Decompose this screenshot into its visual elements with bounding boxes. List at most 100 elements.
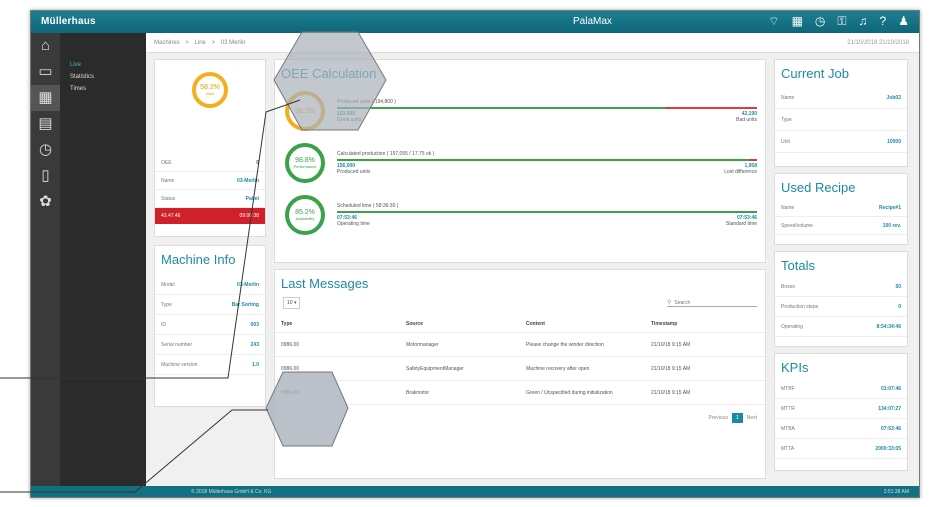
col-timestamp[interactable]: Timestamp [645, 321, 755, 327]
history-icon[interactable]: ◷ [31, 137, 60, 163]
row-label: Serial number [161, 341, 193, 348]
page-size-value: 10 [287, 300, 293, 306]
ring-label: Availability [295, 216, 315, 221]
calendar-icon[interactable]: ▤ [31, 111, 60, 137]
wifi-icon[interactable]: ⌔ [768, 14, 779, 29]
totals-row: Boxes 50 [775, 277, 907, 297]
table-row[interactable]: 0986.00 Motormanager Please change the win… [275, 333, 765, 357]
search-box[interactable]: ⚲ [667, 299, 757, 307]
copyright: © 2018 Müllerhaus GmbH & Co. KG [191, 489, 272, 495]
pager-previous[interactable]: Previous [708, 415, 727, 421]
grid-icon[interactable]: ▦ [792, 14, 803, 29]
oee-item: 98.8% Performance Calculated production ( … [285, 137, 757, 189]
kpis-row: MTTA 2000:33:05 [775, 439, 907, 459]
kpis-row: MTBF 01:07:46 [775, 379, 907, 399]
footer-time: 3:51:38 AM [883, 489, 909, 495]
row-label: Speed/volume [781, 222, 813, 229]
breadcrumb: Machines > Line > 03 Merlin [154, 40, 249, 46]
row-label: Status [161, 195, 176, 202]
machine-row: ID 003 [155, 315, 265, 335]
breadcrumb-bar: Machines > Line > 03 Merlin 21/10/2018 2… [146, 33, 919, 53]
table-row[interactable]: 0986.00 SafetyEquipmentManager Machine rec… [275, 357, 765, 381]
help-icon[interactable]: ? [880, 14, 887, 29]
current-job-card: Current Job Name Job02 Type Unit 10000 [774, 59, 908, 167]
col-source[interactable]: Source [400, 321, 520, 327]
oee-left-label: Operating time [337, 221, 370, 227]
pagination: Previous 1 Next [275, 405, 765, 431]
oee-left-label: Good units [337, 117, 362, 123]
oee-left-label: Produced units [337, 169, 371, 175]
row-value: 01:07:46 [880, 385, 901, 392]
oee-card: OEE Calculation 58.2% Produced units ( 19… [274, 59, 766, 263]
job-row: Name Job02 [775, 87, 907, 109]
bell-icon[interactable]: ♫ [859, 14, 868, 29]
ring-value: 58.2% [200, 84, 220, 91]
overview-row: OEE 0 [155, 154, 265, 172]
page-size-select[interactable]: 10 ▾ [283, 297, 301, 309]
machine-row: Machine version 1.0 [155, 355, 265, 375]
footer: © 2018 Müllerhaus GmbH & Co. KG 3:51:38 … [31, 486, 919, 497]
overview-row: Status Pallet [155, 190, 265, 208]
overview-row: Name 03-Merlin [155, 172, 265, 190]
recipe-row: Name Recipe#1 [775, 199, 907, 217]
job-row: Unit 10000 [775, 131, 907, 153]
row-value: 134:07:27 [878, 405, 901, 412]
row-label: OEE [161, 159, 172, 166]
home-icon[interactable]: ⌂ [31, 33, 60, 59]
oee-progress-bar [337, 211, 757, 213]
alert-time: 43.47.46 [161, 213, 181, 219]
table-header: Type Source Content Timestamp [275, 315, 765, 333]
user-icon[interactable]: ♟ [898, 14, 909, 29]
monitor-icon[interactable]: ▭ [31, 59, 60, 85]
overview-card: 58.2% total OEE 0 Name 03-Merlin Status Pal… [154, 59, 266, 237]
row-label: MTTR [781, 405, 795, 412]
settings-icon[interactable]: ✿ [31, 189, 60, 215]
oee-total-ring: 58.2% total [192, 72, 228, 108]
breadcrumb-machine: 03 Merlin [220, 40, 246, 46]
stage: Müllerhaus PalaMax ⌔ ▦ ◷ ⚿ ♫ ? ♟ ⌂ ▭ ▦ ▤… [0, 0, 932, 507]
status-alert: 43.47.46 09:00:38 [155, 208, 265, 224]
messages-title: Last Messages [281, 276, 369, 291]
subnav-item-statistics[interactable]: Statistics [60, 71, 146, 83]
kpis-title: KPIs [781, 360, 809, 375]
machine-row: Model 03-Merlin [155, 275, 265, 295]
breadcrumb-line[interactable]: Line [195, 40, 206, 46]
current-job-title: Current Job [781, 66, 849, 81]
machine-row: Type Bar Sorting [155, 295, 265, 315]
table-row[interactable]: 0986.00 Brakmotor Green / Unspecified duri… [275, 381, 765, 405]
document-icon[interactable]: ▯ [31, 163, 60, 189]
job-row: Type [775, 109, 907, 131]
col-type[interactable]: Type [275, 321, 400, 327]
row-label: Type [781, 116, 792, 123]
pager-page[interactable]: 1 [731, 413, 743, 423]
row-label: Name [781, 94, 795, 101]
ring-value: 98.8% [295, 157, 315, 164]
clock-icon[interactable]: ◷ [815, 14, 825, 29]
alert-duration: 09:00:38 [239, 213, 259, 219]
breadcrumb-machines[interactable]: Machines [154, 40, 180, 46]
key-icon[interactable]: ⚿ [837, 14, 846, 29]
subnav-item-live[interactable]: Live [60, 59, 146, 71]
search-input[interactable] [674, 299, 750, 306]
row-value: 100 rev. [882, 222, 901, 229]
subnav-item-times[interactable]: Times [60, 83, 146, 95]
oee-title: OEE Calculation [281, 66, 377, 81]
row-value: 03-Merlin [237, 281, 259, 288]
cell-content: Please change the winder direction [526, 341, 604, 348]
top-bar: Müllerhaus PalaMax ⌔ ▦ ◷ ⚿ ♫ ? ♟ [31, 11, 919, 33]
ring-unit: total [206, 91, 214, 96]
recipe-row: Speed/volume 100 rev. [775, 217, 907, 235]
machines-icon[interactable]: ▦ [31, 85, 60, 111]
row-value: 03-Merlin [237, 177, 259, 184]
row-value: 0 [256, 159, 259, 166]
row-value: 003 [250, 321, 259, 328]
row-value: 07:53:46 [880, 425, 901, 432]
row-value: Pallet [245, 195, 259, 202]
machine-row: Serial number 243 [155, 335, 265, 355]
cell-time: 21/10/18 9:15 AM [651, 389, 691, 396]
oee-progress-fill [337, 211, 757, 213]
breadcrumb-sep: > [185, 40, 189, 46]
pager-next[interactable]: Next [747, 415, 757, 421]
row-value: 50 [895, 283, 901, 290]
col-content[interactable]: Content [520, 321, 645, 327]
